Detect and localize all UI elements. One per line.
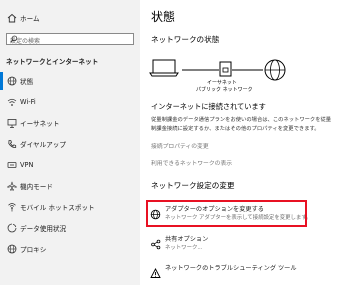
change-settings-heading: ネットワーク設定の変更 [151, 181, 235, 190]
option-title: 共有オプション [165, 236, 209, 243]
wifi-icon [6, 97, 17, 108]
data-usage-icon [6, 223, 17, 234]
show-networks-link[interactable]: 利用できるネットワークの表示 [151, 158, 232, 167]
network-status-heading: ネットワークの状態 [151, 35, 220, 44]
page-title: 状態 [151, 10, 176, 24]
globe-icon [6, 76, 17, 87]
sidebar-item-wifi[interactable]: Wi-Fi [0, 92, 140, 112]
sidebar-item-label: 機内モード [20, 183, 53, 191]
sidebar-home-label: ホーム [20, 15, 40, 23]
sidebar-item-label: データ使用状況 [20, 225, 67, 233]
sidebar-item-vpn[interactable]: VPN [0, 155, 140, 175]
ethernet-icon [6, 118, 17, 129]
airplane-icon [6, 181, 17, 192]
sidebar-item-hotspot[interactable]: モバイル ホットスポット [0, 197, 140, 217]
sidebar-item-dialup[interactable]: ダイヤルアップ [0, 134, 140, 154]
connected-heading: インターネットに接続されています [151, 102, 266, 111]
sidebar-item-label: プロキシ [20, 246, 47, 254]
sidebar-item-airplane[interactable]: 機内モード [0, 176, 140, 196]
sidebar-item-label: イーサネット [20, 120, 60, 128]
internet-globe-icon [264, 59, 286, 81]
search-icon [10, 35, 130, 45]
option-sharing[interactable]: 共有オプション ネットワーク... [148, 232, 305, 254]
search-input[interactable]: 設定の検索 [6, 33, 134, 45]
option-troubleshoot[interactable]: ネットワークのトラブルシューティング ツール [148, 261, 308, 283]
sidebar: ホーム 設定の検索 ネットワークとインターネット 状態 Wi-Fi イーサネット… [0, 0, 140, 285]
highlight-box [146, 200, 307, 227]
diagram-label-2: パブリック ネットワーク [196, 87, 253, 93]
sidebar-item-ethernet[interactable]: イーサネット [0, 113, 140, 133]
sidebar-item-proxy[interactable]: プロキシ [0, 239, 140, 259]
sidebar-item-label: 状態 [20, 78, 34, 86]
option-description: ネットワーク... [165, 245, 203, 251]
sidebar-item-label: Wi-Fi [20, 98, 36, 106]
home-icon [6, 13, 17, 24]
globe-icon [6, 244, 17, 255]
phone-icon [6, 139, 17, 150]
sidebar-item-label: モバイル ホットスポット [20, 204, 95, 212]
sidebar-section-title: ネットワークとインターネット [6, 58, 99, 66]
connected-description-1: 従量制課金のデータ通信プランをお使いの場合は、このネットワークを従量 [151, 117, 332, 123]
hotspot-icon [6, 202, 17, 213]
diagram-label-1: イーサネット [207, 80, 237, 86]
change-properties-link[interactable]: 接続プロパティの変更 [151, 141, 209, 150]
option-title: ネットワークのトラブルシューティング ツール [165, 265, 297, 272]
sidebar-item-data-usage[interactable]: データ使用状況 [0, 218, 140, 238]
sidebar-home[interactable]: ホーム [0, 8, 140, 28]
share-icon [150, 235, 161, 254]
sidebar-item-status[interactable]: 状態 [0, 71, 140, 91]
ethernet-port-icon [219, 61, 232, 77]
computer-icon [149, 59, 179, 77]
sidebar-item-label: ダイヤルアップ [20, 141, 66, 149]
warning-icon [150, 264, 161, 283]
vpn-icon [6, 160, 17, 171]
sidebar-item-label: VPN [20, 161, 34, 169]
connected-description-2: 制課金接続に設定するか、またはその他のプロパティを変更できます。 [151, 126, 320, 132]
